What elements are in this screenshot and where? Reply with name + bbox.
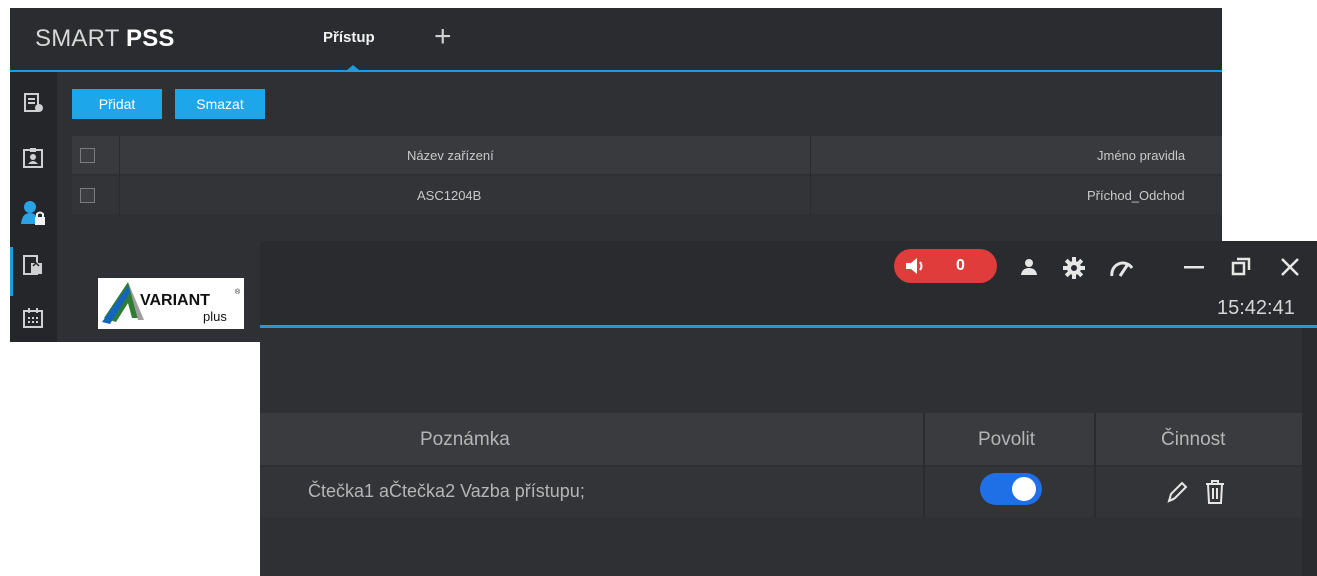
header-accent-line	[10, 70, 1222, 72]
rule-name-cell: Příchod_Odchod	[1087, 188, 1185, 203]
device-name-cell: ASC1204B	[417, 188, 482, 203]
title-bar	[10, 8, 1222, 71]
delete-trash-icon[interactable]	[1204, 479, 1226, 505]
sidebar	[10, 72, 57, 342]
speaker-alarm-icon	[906, 258, 923, 274]
add-tab-button[interactable]: +	[434, 22, 452, 52]
door-building-icon[interactable]	[22, 254, 44, 276]
close-icon[interactable]	[1280, 257, 1300, 277]
active-tab-indicator	[347, 65, 359, 70]
gear-icon[interactable]	[1063, 257, 1085, 279]
logo-name: VARIANT	[140, 292, 210, 309]
user-icon[interactable]	[1020, 258, 1038, 276]
column-device-name: Název zařízení	[407, 148, 494, 163]
performance-gauge-icon[interactable]	[1110, 258, 1136, 278]
column-rule-name: Jméno pravidla	[1097, 148, 1186, 163]
tab-access[interactable]: Přístup	[323, 29, 375, 46]
detail-window: 0 15:42:41 Poznámka Povolit Činnost Čteč…	[260, 241, 1317, 576]
delete-button[interactable]: Smazat	[175, 89, 265, 119]
brand-prefix: SMART	[35, 25, 120, 52]
column-divider	[810, 136, 811, 216]
table-row[interactable]: ASC1204B Příchod_Odchod	[72, 176, 1222, 214]
brand-bold: PSS	[126, 25, 175, 52]
variant-plus-logo: VARIANT ® plus	[98, 278, 244, 329]
device-manager-icon[interactable]	[22, 92, 44, 114]
column-action: Činnost	[1161, 429, 1226, 450]
access-user-lock-icon[interactable]	[21, 200, 45, 226]
alarm-indicator[interactable]	[894, 249, 997, 283]
clock: 15:42:41	[1217, 297, 1295, 319]
logo-registered-mark: ®	[235, 289, 241, 296]
top-bar-accent-line	[260, 325, 1317, 328]
column-divider	[119, 136, 120, 216]
add-button[interactable]: Přidat	[72, 89, 162, 119]
table-header: Název zařízení Jméno pravidla	[72, 136, 1222, 174]
rule-detail-table: Poznámka Povolit Činnost Čtečka1 aČtečka…	[260, 413, 1302, 521]
window-edge	[1302, 328, 1317, 576]
app-brand: SMART PSS	[35, 25, 175, 53]
calendar-icon[interactable]	[22, 307, 44, 329]
select-all-checkbox[interactable]	[80, 148, 95, 163]
note-cell: Čtečka1 aČtečka2 Vazba přístupu;	[308, 481, 585, 501]
alarm-count: 0	[956, 257, 965, 274]
toggle-knob	[1012, 477, 1036, 501]
column-enable: Povolit	[978, 429, 1036, 450]
column-divider	[923, 413, 925, 517]
column-divider	[1094, 413, 1096, 517]
row-checkbox[interactable]	[80, 188, 95, 203]
column-note: Poznámka	[420, 429, 510, 450]
rules-table: Název zařízení Jméno pravidla ASC1204B P…	[72, 136, 1222, 216]
minimize-icon[interactable]	[1184, 266, 1204, 270]
table-header	[260, 413, 1302, 465]
logo-sub: plus	[203, 309, 227, 324]
window-top-bar	[260, 241, 1317, 325]
person-card-icon[interactable]	[22, 147, 44, 169]
restore-icon[interactable]	[1231, 257, 1251, 277]
edit-pencil-icon[interactable]	[1166, 480, 1188, 504]
sidebar-active-indicator	[10, 247, 13, 296]
